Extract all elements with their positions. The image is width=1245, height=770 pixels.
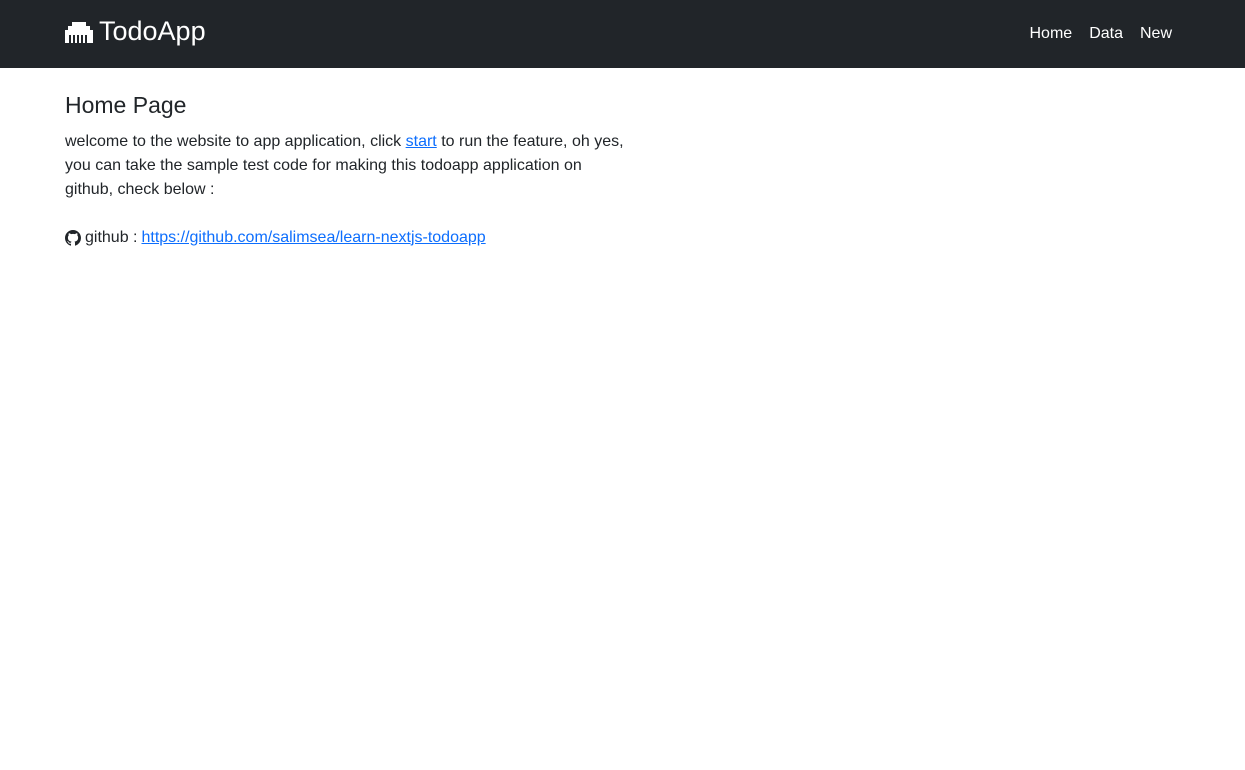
page-title: Home Page — [65, 92, 187, 118]
brand-name: TodoApp — [99, 16, 206, 46]
nav-link-data[interactable]: Data — [1089, 25, 1123, 43]
github-url-link[interactable]: https://github.com/salimsea/learn-nextjs… — [141, 226, 485, 250]
start-link[interactable]: start — [406, 133, 437, 150]
intro-text: welcome to the website to app applicatio… — [65, 130, 625, 202]
nav-links: Home Data New — [1030, 25, 1173, 43]
intro-before: welcome to the website to app applicatio… — [65, 132, 406, 150]
navbar: TodoApp Home Data New — [0, 0, 1245, 68]
nav-link-new[interactable]: New — [1140, 25, 1172, 43]
github-label: github : — [85, 228, 138, 246]
github-line: github : https://github.com/salimsea/lea… — [65, 226, 625, 250]
github-icon — [65, 229, 81, 246]
nav-link-home[interactable]: Home — [1030, 25, 1073, 43]
ethernet-port-icon — [65, 21, 93, 43]
main-content: Home Page welcome to the website to app … — [0, 68, 625, 250]
brand-link[interactable]: TodoApp — [65, 16, 206, 47]
